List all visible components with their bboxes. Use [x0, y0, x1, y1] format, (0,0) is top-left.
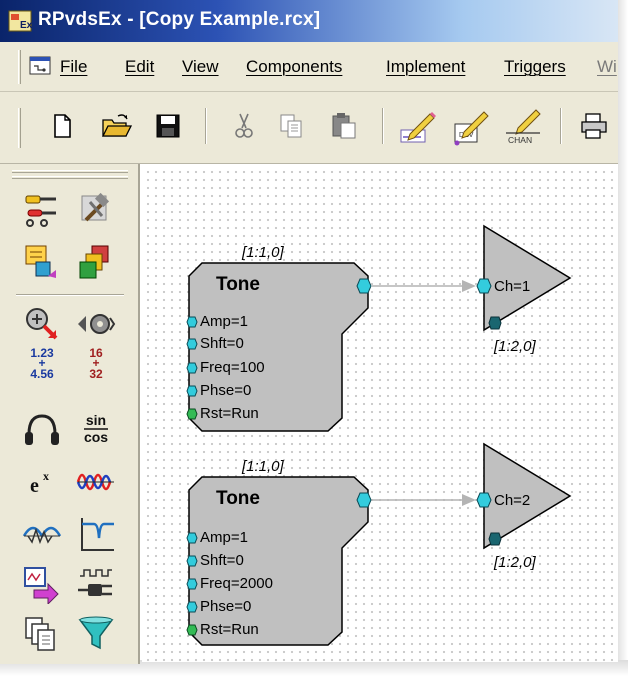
svg-text:4.56: 4.56 — [30, 367, 54, 381]
palette-grip[interactable] — [12, 170, 128, 173]
palette-grip[interactable] — [12, 176, 128, 179]
tool-connect-icon[interactable] — [22, 190, 62, 230]
port-label-shft: Shft=0 — [200, 335, 244, 352]
tone-block-title: Tone — [216, 488, 260, 509]
rpvdsex-app-icon: Ex — [8, 10, 32, 32]
input-port-freq[interactable] — [186, 362, 198, 374]
signal-gear-icon[interactable] — [76, 304, 116, 344]
menu-bar: File Edit View Components Implement Trig… — [0, 42, 618, 92]
port-label-shft: Shft=0 — [200, 552, 244, 569]
new-icon[interactable] — [46, 110, 78, 142]
app-window: Ex RPvdsEx - [Copy Example.rcx] File Edi… — [0, 0, 628, 676]
input-port-phse[interactable] — [186, 385, 198, 397]
chan-label: CHAN — [508, 135, 532, 145]
window-title: RPvdsEx - [Copy Example.rcx] — [38, 9, 321, 30]
funnel-icon[interactable] — [76, 614, 116, 654]
pencil-chan-icon[interactable]: CHAN — [504, 106, 544, 146]
copy-pages-icon[interactable] — [22, 614, 62, 654]
menu-triggers[interactable]: Triggers — [504, 57, 566, 77]
svg-text:x: x — [43, 469, 49, 483]
menu-edit[interactable]: Edit — [125, 57, 154, 77]
port-label-amp: Amp=1 — [200, 529, 248, 546]
input-port-amp[interactable] — [186, 316, 198, 328]
svg-text:32: 32 — [89, 367, 103, 381]
tone-output-port[interactable] — [356, 278, 372, 294]
input-port-freq[interactable] — [186, 578, 198, 590]
svg-text:e: e — [30, 475, 39, 497]
channel-input-port[interactable] — [476, 492, 492, 508]
menu-components[interactable]: Components — [246, 57, 342, 77]
input-port-amp[interactable] — [186, 532, 198, 544]
channel-position-label: [1:2,0] — [494, 338, 536, 355]
exponent-icon[interactable]: e x — [22, 462, 62, 502]
tone-block-title: Tone — [216, 274, 260, 295]
filter-notch-icon[interactable] — [22, 514, 62, 554]
component-arrange-icon[interactable] — [22, 242, 62, 282]
wire-connection-1[interactable] — [372, 278, 484, 294]
pencil-write-icon[interactable] — [398, 106, 438, 146]
channel-label: Ch=2 — [494, 492, 531, 509]
design-canvas[interactable]: [1:1,0] Tone Amp=1 Shft=0 Freq=100 Phse=… — [142, 166, 618, 662]
port-label-rst: Rst=Run — [200, 405, 259, 422]
pulse-plug-icon[interactable] — [76, 564, 116, 604]
input-port-phse[interactable] — [186, 601, 198, 613]
numeric-math-icon[interactable]: 1.23 + 4.56 — [22, 344, 62, 388]
hammer-wrench-icon[interactable] — [76, 190, 116, 230]
document-window-icon[interactable] — [28, 54, 52, 78]
title-bar[interactable]: Ex RPvdsEx - [Copy Example.rcx] — [0, 0, 618, 42]
paste-icon[interactable] — [328, 110, 360, 142]
svg-text:sin: sin — [86, 412, 106, 428]
tone-output-port[interactable] — [356, 492, 372, 508]
open-folder-icon[interactable] — [100, 110, 132, 142]
component-palette: 1.23 + 4.56 16 + 32 sin cos e x — [0, 164, 140, 664]
probe-arrow-icon[interactable] — [22, 304, 62, 344]
menu-file[interactable]: File — [60, 57, 87, 77]
save-disk-icon[interactable] — [152, 110, 184, 142]
device-arrow-icon[interactable] — [22, 564, 62, 604]
palette-separator — [16, 294, 124, 296]
port-label-rst: Rst=Run — [200, 621, 259, 638]
menu-view[interactable]: View — [182, 57, 219, 77]
port-label-phse: Phse=0 — [200, 382, 252, 399]
toolbar-grip[interactable] — [18, 108, 21, 148]
port-label-amp: Amp=1 — [200, 313, 248, 330]
channel-position-label: [1:2,0] — [494, 554, 536, 571]
filter-response-icon[interactable] — [76, 514, 116, 554]
cut-scissors-icon[interactable] — [228, 110, 260, 142]
toolbar-separator — [382, 108, 384, 144]
channel-label: Ch=1 — [494, 278, 531, 295]
input-port-rst[interactable] — [186, 408, 198, 420]
waveform-icon[interactable] — [76, 462, 116, 502]
trig-icon[interactable]: sin cos — [76, 408, 116, 448]
svg-text:Ex: Ex — [20, 20, 32, 31]
tone-block-position-label: [1:1,0] — [242, 244, 284, 261]
channel-input-port[interactable] — [476, 278, 492, 294]
window-shadow-right — [618, 0, 628, 676]
pencil-device-icon[interactable]: DEV — [452, 106, 492, 146]
port-label-freq: Freq=2000 — [200, 575, 273, 592]
tone-block-position-label: [1:1,0] — [242, 458, 284, 475]
toolbar-separator — [560, 108, 562, 144]
channel-aux-port[interactable] — [488, 316, 502, 330]
menu-implement[interactable]: Implement — [386, 57, 465, 77]
input-port-shft[interactable] — [186, 338, 198, 350]
print-icon[interactable] — [578, 110, 610, 142]
integer-math-icon[interactable]: 16 + 32 — [76, 344, 116, 388]
wire-connection-2[interactable] — [372, 492, 484, 508]
toolbar: DEV CHAN — [0, 92, 618, 164]
input-port-rst[interactable] — [186, 624, 198, 636]
headphones-icon[interactable] — [22, 410, 62, 450]
svg-text:cos: cos — [84, 429, 108, 445]
port-label-freq: Freq=100 — [200, 359, 265, 376]
menu-grip[interactable] — [18, 50, 21, 84]
copy-icon[interactable] — [276, 110, 308, 142]
channel-aux-port[interactable] — [488, 532, 502, 546]
port-label-phse: Phse=0 — [200, 598, 252, 615]
cube-stack-icon[interactable] — [76, 242, 116, 282]
input-port-shft[interactable] — [186, 555, 198, 567]
toolbar-separator — [205, 108, 207, 144]
menu-window-clipped[interactable]: Wi — [597, 57, 617, 77]
